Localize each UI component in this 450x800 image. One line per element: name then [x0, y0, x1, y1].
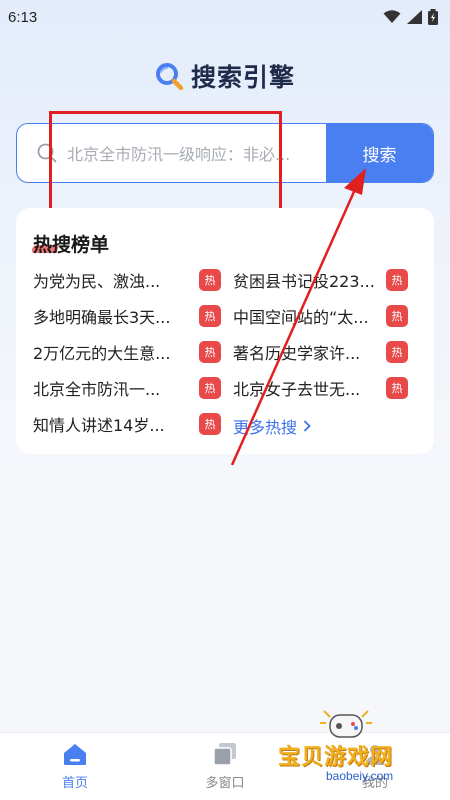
hot-badge: 热 — [199, 377, 221, 399]
watermark-logo: 宝贝游戏网 baobeiy.com — [276, 705, 446, 795]
hot-badge: 热 — [386, 305, 408, 327]
hot-badge: 热 — [386, 269, 408, 291]
hot-badge: 热 — [199, 341, 221, 363]
hot-item-text: 为党为民、激浊... — [33, 272, 161, 291]
status-bar: 6:13 — [0, 0, 450, 34]
hot-list-item[interactable]: 北京女子去世无... 热 — [233, 376, 408, 400]
hot-badge: 热 — [199, 305, 221, 327]
hot-badge: 热 — [199, 413, 221, 435]
home-icon — [64, 744, 86, 765]
status-time: 6:13 — [8, 8, 38, 26]
hot-list-item[interactable]: 著名历史学家许... 热 — [233, 340, 408, 364]
watermark-url: baobeiy.com — [326, 769, 394, 783]
hot-list-item[interactable]: 多地明确最长3天... 热 — [33, 304, 221, 328]
hot-item-text: 2万亿元的大生意... — [33, 344, 171, 363]
hot-search-title: 热搜榜单 — [33, 234, 110, 256]
hot-badge: 热 — [386, 377, 408, 399]
hot-item-text: 知情人讲述14岁... — [33, 416, 165, 435]
hot-item-text: 贫困县书记投223... — [233, 272, 375, 291]
hot-list-item[interactable]: 贫困县书记投223... 热 — [233, 268, 408, 292]
hot-item-text: 著名历史学家许... — [233, 344, 361, 363]
hot-badge: 热 — [386, 341, 408, 363]
hot-badge: 热 — [199, 269, 221, 291]
windows-icon — [213, 743, 236, 766]
signal-icon — [407, 10, 422, 24]
hot-list-item[interactable]: 为党为民、激浊... 热 — [33, 268, 221, 292]
hot-item-text: 多地明确最长3天... — [33, 308, 171, 327]
search-logo-icon — [155, 63, 183, 90]
wifi-icon — [383, 10, 401, 23]
hot-item-text: 北京全市防汛一... — [33, 380, 161, 399]
tab-home-label: 首页 — [61, 776, 88, 791]
search-button[interactable]: 搜索 — [326, 124, 433, 182]
battery-icon — [428, 9, 438, 25]
watermark-text: 宝贝游戏网 — [278, 745, 394, 770]
more-hot-search-link[interactable]: 更多热搜 — [233, 414, 311, 438]
hot-list-item[interactable]: 2万亿元的大生意... 热 — [33, 340, 221, 364]
page-title: 搜索引擎 — [190, 63, 295, 92]
more-hot-search-label: 更多热搜 — [233, 418, 298, 437]
hot-list-item[interactable]: 北京全市防汛一... 热 — [33, 376, 221, 400]
hot-item-text: 中国空间站的“太... — [233, 308, 369, 327]
hot-search-card: 热搜榜单 为党为民、激浊... 热 贫困县书记投223... 热 多地明确最长3… — [16, 208, 434, 454]
brand-header: 搜索引擎 — [0, 58, 450, 94]
hot-list-item[interactable]: 知情人讲述14岁... 热 — [33, 412, 221, 436]
annotation-highlight-box — [49, 111, 282, 212]
tab-multi-window-label: 多窗口 — [205, 776, 245, 791]
hot-item-text: 北京女子去世无... — [233, 380, 361, 399]
status-icons — [383, 9, 438, 25]
hot-list-item[interactable]: 中国空间站的“太... 热 — [233, 304, 408, 328]
tab-home[interactable]: 首页 — [0, 733, 150, 800]
chevron-right-icon — [303, 420, 311, 432]
